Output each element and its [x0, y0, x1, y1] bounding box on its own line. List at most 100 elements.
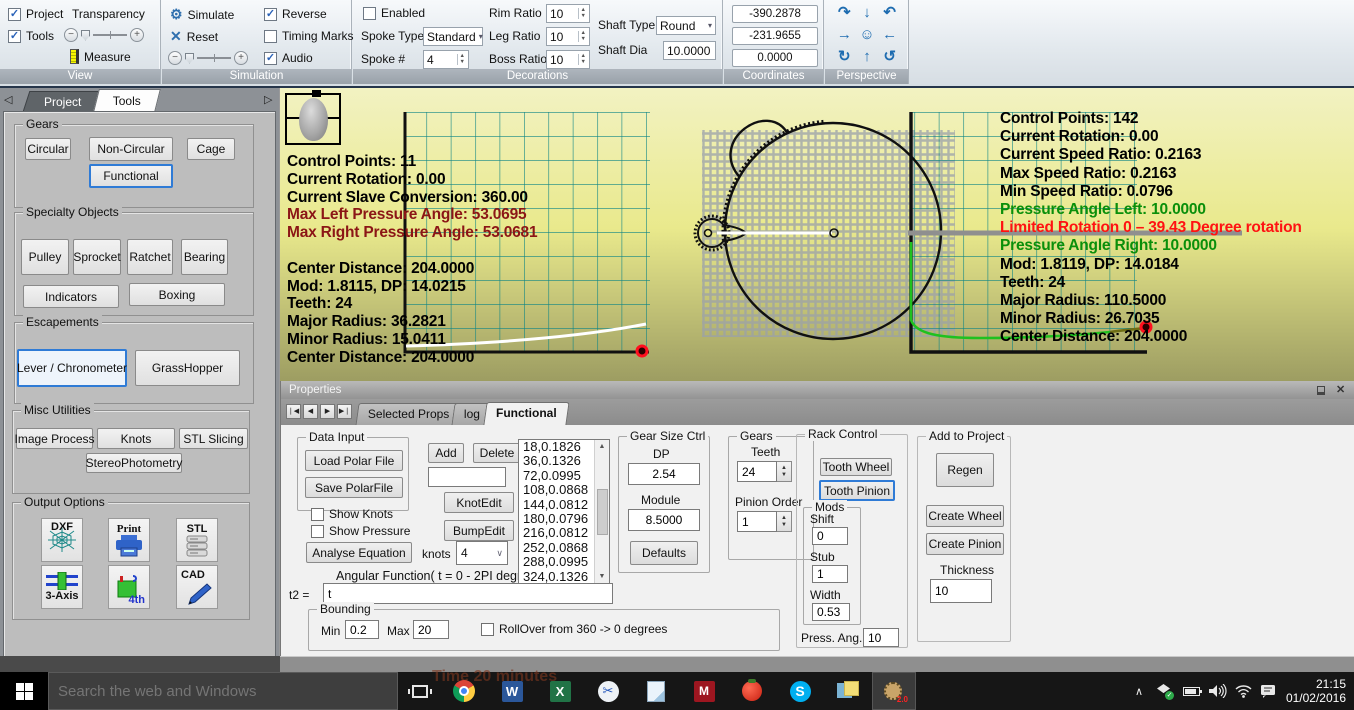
functional-gear-button[interactable]: Functional — [89, 164, 173, 188]
pulley-button[interactable]: Pulley — [21, 239, 69, 275]
tray-clock[interactable]: 21:15 01/02/2016 — [1282, 672, 1350, 710]
indicators-button[interactable]: Indicators — [23, 285, 119, 308]
module-input[interactable] — [628, 509, 700, 531]
t2-equation-input[interactable] — [323, 583, 613, 604]
add-button[interactable]: Add — [428, 443, 464, 463]
taskbar-gearotic-active-app[interactable]: 2.0 — [872, 672, 916, 710]
pin-icon[interactable] — [1317, 386, 1325, 395]
tray-wifi-button[interactable] — [1230, 672, 1256, 710]
rotate-ccw-icon[interactable]: ↶ — [878, 2, 901, 24]
roll-left-icon[interactable]: ↺ — [878, 46, 901, 68]
tray-battery-button[interactable] — [1178, 672, 1204, 710]
create-pinion-button[interactable]: Create Pinion — [926, 533, 1004, 555]
timing-marks-checkbox[interactable]: Timing Marks — [264, 29, 354, 43]
pan-left-icon[interactable]: ← — [878, 24, 901, 46]
export-3axis-button[interactable]: 3-Axis — [41, 565, 83, 609]
stl-slicing-button[interactable]: STL Slicing — [179, 428, 248, 449]
show-pressure-checkbox[interactable]: Show Pressure — [311, 524, 410, 538]
tab-tools[interactable]: Tools — [93, 89, 161, 112]
taskbar-search[interactable] — [48, 672, 398, 710]
tools-checkbox[interactable]: ✓ Tools — [8, 29, 54, 43]
export-dxf-button[interactable]: DXF — [41, 518, 83, 562]
teeth-stepper[interactable]: ▲▼ — [737, 461, 792, 482]
new-point-input[interactable] — [428, 467, 506, 487]
search-input[interactable] — [49, 673, 397, 709]
pinion-order-stepper[interactable]: ▲▼ — [737, 511, 792, 532]
slider-thumb[interactable] — [185, 53, 194, 64]
properties-title-bar[interactable]: Properties — [281, 381, 1354, 399]
reverse-checkbox[interactable]: ✓ Reverse — [264, 7, 327, 21]
spoke-type-dropdown[interactable]: Standard ▾ — [423, 27, 483, 46]
delete-button[interactable]: Delete — [473, 443, 521, 463]
scroll-down-icon[interactable]: ▼ — [599, 570, 606, 583]
left-curve-end-marker[interactable] — [637, 346, 647, 356]
tab-nav-next-icon[interactable]: ▶ — [320, 404, 335, 419]
taskbar-mendeley-button[interactable]: M — [680, 672, 728, 710]
slider-thumb[interactable] — [81, 30, 90, 41]
taskbar-sticky-notes-button[interactable] — [824, 672, 872, 710]
rim-ratio-stepper[interactable]: 10 ▲▼ — [546, 4, 590, 23]
tray-action-center-button[interactable] — [1255, 672, 1281, 710]
polar-points-listbox[interactable]: 18,0.1826 36,0.1326 72,0.0995 108,0.0868… — [518, 439, 610, 584]
taskbar-notepad-button[interactable] — [632, 672, 680, 710]
press-ang-input[interactable] — [863, 628, 899, 647]
reset-view-smiley-icon[interactable]: ☺ — [856, 24, 879, 46]
thickness-input[interactable] — [930, 579, 992, 603]
transparency-slider[interactable]: − + — [64, 28, 144, 42]
width-input[interactable] — [812, 603, 850, 621]
export-cad-button[interactable]: CAD — [176, 565, 218, 609]
spin-up-icon[interactable]: ▲ — [781, 465, 787, 472]
image-process-button[interactable]: Image Process — [16, 428, 93, 449]
cage-gear-button[interactable]: Cage — [187, 138, 235, 160]
leg-ratio-stepper[interactable]: 10 ▲▼ — [546, 27, 590, 46]
shift-input[interactable] — [812, 527, 848, 545]
stub-input[interactable] — [812, 565, 848, 583]
slider-plus-icon[interactable]: + — [234, 51, 248, 65]
simulate-button[interactable]: ⚙ Simulate — [170, 6, 234, 23]
print-button[interactable]: Print — [108, 518, 150, 562]
tab-scroll-left-icon[interactable]: ◁ — [4, 93, 12, 106]
analyse-equation-button[interactable]: Analyse Equation — [306, 542, 412, 563]
tray-dropbox-button[interactable]: ✓ — [1152, 672, 1176, 710]
tab-nav-prev-icon[interactable]: ◀ — [303, 404, 318, 419]
tray-volume-button[interactable] — [1205, 672, 1231, 710]
tilt-up-icon[interactable]: ↑ — [856, 46, 879, 68]
shaft-dia-field[interactable]: 10.0000 — [663, 41, 716, 60]
spin-down-icon[interactable]: ▼ — [781, 472, 787, 479]
show-knots-checkbox[interactable]: Show Knots — [311, 507, 393, 521]
boss-ratio-stepper[interactable]: 10 ▲▼ — [546, 50, 590, 69]
reset-button[interactable]: ✕ Reset — [170, 28, 218, 45]
save-polar-file-button[interactable]: Save PolarFile — [305, 477, 403, 498]
measure-button[interactable]: Measure — [70, 49, 131, 64]
taskbar-snipping-tool-button[interactable]: ✂ — [584, 672, 632, 710]
scroll-thumb[interactable] — [597, 489, 608, 535]
regen-button[interactable]: Regen — [936, 453, 994, 487]
spin-down-icon[interactable]: ▼ — [460, 60, 465, 66]
knots-dropdown[interactable]: 4 ∨ — [456, 541, 508, 565]
tilt-down-icon[interactable]: ↓ — [856, 2, 879, 24]
knot-edit-button[interactable]: KnotEdit — [444, 492, 514, 513]
enabled-checkbox[interactable]: Enabled — [363, 6, 425, 20]
tooth-pinion-button[interactable]: Tooth Pinion — [819, 480, 895, 501]
spin-down-icon[interactable]: ▼ — [581, 60, 586, 66]
boxing-button[interactable]: Boxing — [129, 283, 225, 306]
spin-down-icon[interactable]: ▼ — [581, 37, 586, 43]
create-wheel-button[interactable]: Create Wheel — [926, 505, 1004, 527]
slider-track[interactable] — [93, 34, 127, 36]
taskbar-chrome-button[interactable] — [440, 672, 488, 710]
rollover-checkbox[interactable]: RollOver from 360 -> 0 degrees — [481, 622, 667, 636]
tab-project[interactable]: Project — [23, 91, 104, 112]
rotate-cw-icon[interactable]: ↷ — [833, 2, 856, 24]
close-icon[interactable]: ✕ — [1336, 383, 1345, 396]
simulation-speed-slider[interactable]: − + — [168, 51, 248, 65]
teeth-input[interactable] — [737, 461, 777, 482]
taskbar-tomato-timer-button[interactable] — [728, 672, 776, 710]
pinion-order-input[interactable] — [737, 511, 777, 532]
scroll-up-icon[interactable]: ▲ — [599, 440, 606, 453]
dp-input[interactable] — [628, 463, 700, 485]
gear-plot-canvas[interactable]: Control Points: 11 Current Rotation: 0.0… — [280, 88, 1354, 381]
non-circular-gear-button[interactable]: Non-Circular — [89, 137, 173, 161]
load-polar-file-button[interactable]: Load Polar File — [305, 450, 403, 471]
audio-checkbox[interactable]: ✓ Audio — [264, 51, 313, 65]
tab-nav-first-icon[interactable]: ❘◀ — [286, 404, 301, 419]
